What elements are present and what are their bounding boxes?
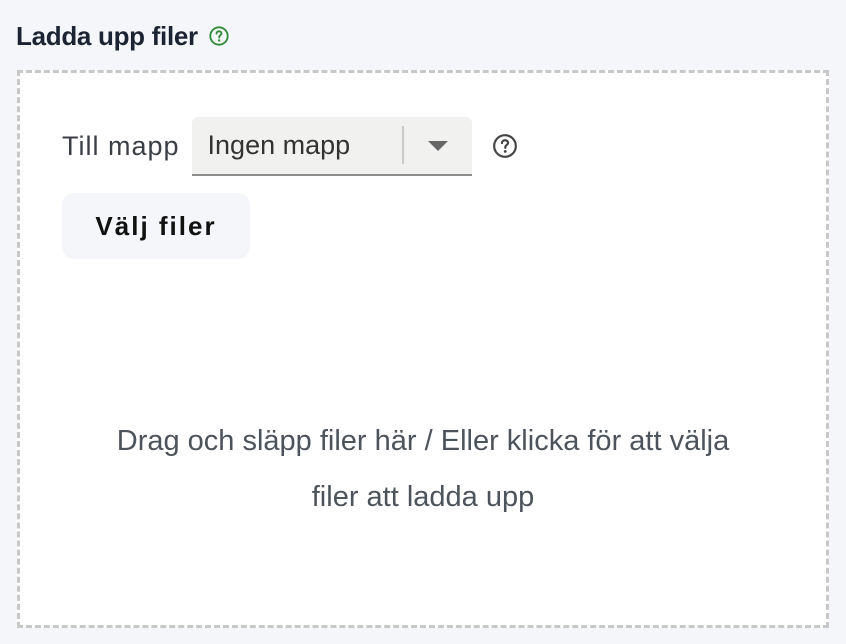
caret-down-icon[interactable] bbox=[404, 117, 472, 174]
help-circle-icon[interactable] bbox=[492, 133, 518, 159]
page-title: Ladda upp filer bbox=[16, 20, 198, 51]
upload-header: Ladda upp filer bbox=[16, 16, 230, 56]
dropzone-text-line-1: Drag och släpp filer här / Eller klicka … bbox=[116, 425, 730, 457]
dropzone-text-line-2: filer att ladda upp bbox=[311, 481, 535, 513]
help-circle-icon[interactable] bbox=[208, 25, 230, 47]
dropzone-instructions: Drag och släpp filer här / Eller klicka … bbox=[20, 413, 826, 525]
folder-label: Till mapp bbox=[62, 130, 180, 161]
folder-select[interactable]: Ingen mapp bbox=[191, 116, 472, 176]
folder-select-value: Ingen mapp bbox=[207, 129, 351, 160]
choose-files-button[interactable]: Välj filer bbox=[62, 193, 250, 259]
file-dropzone[interactable]: Till mapp Ingen mapp Välj filer Drag och… bbox=[17, 70, 829, 628]
folder-row: Till mapp Ingen mapp bbox=[62, 116, 518, 176]
